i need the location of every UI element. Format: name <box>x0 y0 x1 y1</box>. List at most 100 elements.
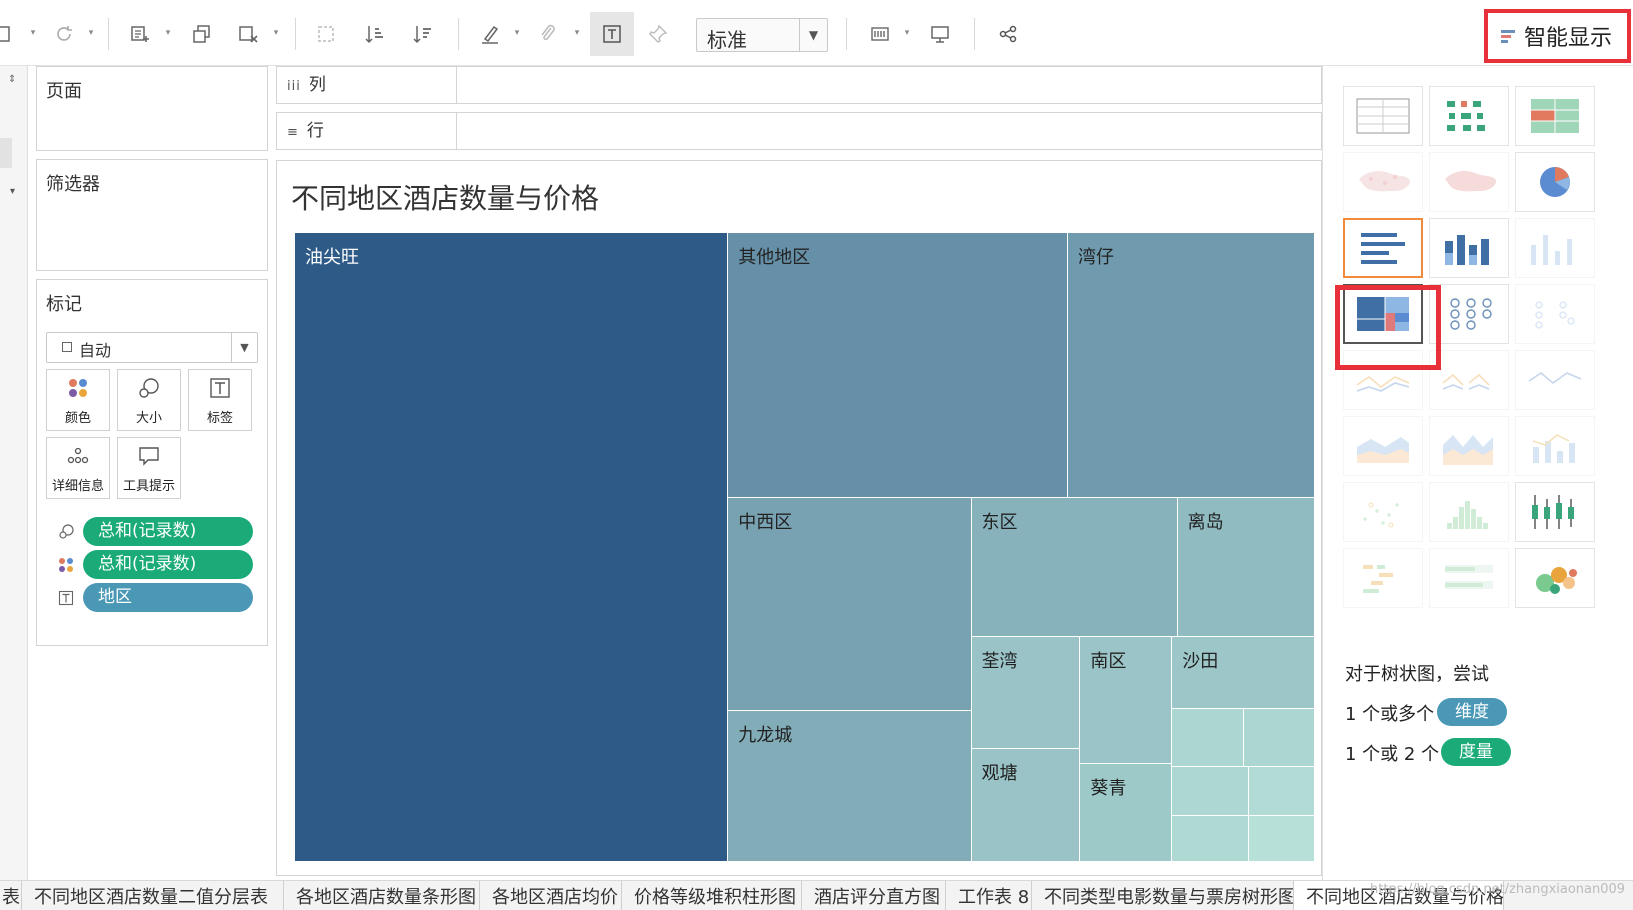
treemap-tile[interactable] <box>1249 816 1315 862</box>
new-sheet-caret-icon[interactable]: ▾ <box>163 26 173 40</box>
treemap-tile[interactable]: 沙田 <box>1172 636 1315 710</box>
treemap-tile[interactable]: 九龙城 <box>728 710 972 862</box>
bullet-graph-icon <box>1445 565 1493 589</box>
show-me-dual-lines-option[interactable] <box>1515 350 1595 410</box>
highlight-caret-icon[interactable]: ▾ <box>512 26 522 40</box>
pie-chart-icon <box>1540 167 1570 197</box>
treemap-tile[interactable]: 湾仔 <box>1067 233 1315 498</box>
show-me-scatter-plot-option[interactable] <box>1343 482 1423 542</box>
treemap-tile[interactable]: 荃湾 <box>971 636 1081 750</box>
marks-tooltip-card[interactable]: 工具提示 <box>117 437 181 499</box>
size-measure-pill[interactable]: 总和(记录数) <box>83 517 253 546</box>
group-paperclip-icon[interactable] <box>530 16 566 52</box>
show-me-pie-chart-option[interactable] <box>1515 152 1595 212</box>
show-me-box-and-whisker-option[interactable] <box>1515 482 1595 542</box>
sort-updown-icon[interactable]: ⇕ <box>8 74 16 85</box>
treemap-tile[interactable]: 离岛 <box>1177 497 1315 637</box>
group-caret-icon[interactable]: ▾ <box>572 26 582 40</box>
sheet-tab[interactable]: 价格等级堆积柱形图 <box>622 881 802 910</box>
chevron-down-icon: ▼ <box>799 19 827 51</box>
show-me-area-continuous-option[interactable] <box>1343 416 1423 476</box>
requirement-text: 1 个或 2 个 <box>1345 744 1440 765</box>
show-me-filled-map-option[interactable] <box>1429 152 1509 212</box>
treemap-tile[interactable]: 中西区 <box>728 497 972 711</box>
pages-panel[interactable]: 页面 <box>36 66 268 151</box>
lines-discrete-icon <box>1442 373 1490 390</box>
show-me-side-by-side-bars-option[interactable] <box>1515 218 1595 278</box>
treemap-tile[interactable] <box>1172 766 1250 816</box>
show-me-area-discrete-option[interactable] <box>1429 416 1509 476</box>
label-dimension-pill[interactable]: 地区 <box>83 583 253 612</box>
chevron-down-icon[interactable]: ▾ <box>10 186 15 197</box>
clear-sheet-caret-icon[interactable]: ▾ <box>271 26 281 40</box>
show-labels-icon[interactable] <box>590 12 634 56</box>
presentation-mode-icon[interactable] <box>922 16 958 52</box>
show-me-text-table-option[interactable] <box>1343 86 1423 146</box>
new-sheet-icon[interactable] <box>122 16 158 52</box>
swap-rows-columns-icon[interactable] <box>308 16 344 52</box>
show-me-dual-combination-option[interactable] <box>1515 416 1595 476</box>
sheet-tab[interactable]: 不同地区酒店数量二值分层表 <box>22 881 284 910</box>
show-me-horizontal-bars-option[interactable] <box>1343 218 1423 278</box>
sheet-tab[interactable]: 各地区酒店均价 <box>480 881 622 910</box>
sheet-tab[interactable]: 不同类型电影数量与票房树形图 <box>1032 881 1294 910</box>
show-me-lines-discrete-option[interactable] <box>1429 350 1509 410</box>
scroll-indicator[interactable] <box>0 138 12 168</box>
duplicate-sheet-icon[interactable] <box>184 16 220 52</box>
rows-shelf[interactable]: ≡ 行 <box>276 112 1322 150</box>
marks-detail-card[interactable]: 详细信息 <box>46 437 110 499</box>
treemap-tile[interactable]: 南区 <box>1080 636 1173 765</box>
treemap-tile[interactable]: 油尖旺 <box>295 233 729 862</box>
treemap-tile[interactable]: 东区 <box>971 497 1178 637</box>
sheet-tab[interactable]: 各地区酒店数量条形图 <box>284 881 480 910</box>
show-me-heat-map-option[interactable] <box>1429 86 1509 146</box>
show-me-circle-view-option[interactable] <box>1429 284 1509 344</box>
refresh-caret-icon[interactable]: ▾ <box>86 26 96 40</box>
sort-descending-icon[interactable] <box>404 16 440 52</box>
treemap-tile[interactable] <box>1172 709 1244 767</box>
show-me-stacked-bars-option[interactable] <box>1429 218 1509 278</box>
sort-ascending-icon[interactable] <box>356 16 392 52</box>
label-text-icon <box>57 589 75 607</box>
view-title[interactable]: 不同地区酒店数量与价格 <box>291 177 599 217</box>
save-icon[interactable] <box>0 16 22 52</box>
filters-panel[interactable]: 筛选器 <box>36 159 268 271</box>
show-me-bullet-graph-option[interactable] <box>1429 548 1509 608</box>
treemap-tile[interactable] <box>1249 766 1315 817</box>
treemap-tile[interactable] <box>1243 709 1315 767</box>
show-me-button[interactable]: 智能显示 <box>1484 9 1631 63</box>
sheet-tab[interactable]: 工作表 8 <box>946 881 1032 910</box>
treemap-tile[interactable]: 其他地区 <box>728 233 1068 498</box>
show-me-gantt-chart-option[interactable] <box>1343 548 1423 608</box>
show-me-packed-bubbles-option[interactable] <box>1515 548 1595 608</box>
fit-select[interactable]: 标准 ▼ <box>696 18 828 52</box>
mark-type-dropdown[interactable]: 自动 ▼ <box>46 332 258 363</box>
share-icon[interactable] <box>990 16 1026 52</box>
refresh-icon[interactable] <box>46 16 82 52</box>
sheet-tab[interactable]: 酒店评分直方图 <box>802 881 946 910</box>
show-cards-icon[interactable] <box>862 16 898 52</box>
show-me-histogram-option[interactable] <box>1429 482 1509 542</box>
treemap-tile[interactable]: 观塘 <box>971 749 1081 862</box>
show-me-side-by-side-circles-option[interactable] <box>1515 284 1595 344</box>
show-me-symbol-map-option[interactable] <box>1343 152 1423 212</box>
treemap-tile[interactable] <box>1172 816 1250 862</box>
save-caret-icon[interactable]: ▾ <box>28 26 38 40</box>
marks-label-card[interactable]: 标签 <box>188 369 252 431</box>
highlight-pen-icon[interactable] <box>472 16 508 52</box>
columns-icon: iii <box>287 79 301 94</box>
treemap-tile-label: 九龙城 <box>738 724 793 746</box>
marks-size-card[interactable]: 大小 <box>117 369 181 431</box>
pin-icon[interactable] <box>640 16 676 52</box>
columns-shelf[interactable]: iii 列 <box>276 66 1322 104</box>
treemap-tile[interactable]: 葵青 <box>1080 764 1173 862</box>
mark-type-square-icon <box>62 342 72 352</box>
side-by-side-bars-icon <box>1531 235 1572 265</box>
show-cards-caret-icon[interactable]: ▾ <box>902 26 912 40</box>
marks-color-card[interactable]: 颜色 <box>46 369 110 431</box>
marks-card-label: 标签 <box>206 411 233 426</box>
sheet-tab[interactable]: 表 <box>0 881 22 910</box>
show-me-highlight-table-option[interactable] <box>1515 86 1595 146</box>
color-measure-pill[interactable]: 总和(记录数) <box>83 550 253 579</box>
clear-sheet-icon[interactable] <box>230 16 266 52</box>
